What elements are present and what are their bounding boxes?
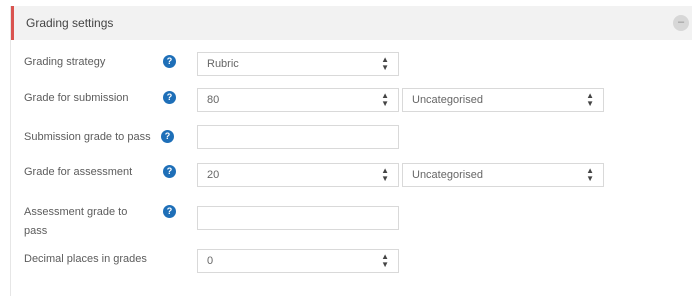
submission-grade-to-pass-help-icon[interactable]: ? — [161, 130, 174, 143]
grade-for-assessment-help-icon[interactable]: ? — [163, 165, 176, 178]
submission-grade-to-pass-input[interactable] — [197, 125, 399, 149]
assessment-grade-to-pass-help-icon[interactable]: ? — [163, 205, 176, 218]
decimal-places-label: Decimal places in grades — [24, 253, 147, 265]
grading-settings-panel: Grading settings – Grading strategy ? Ru… — [10, 6, 692, 296]
assessment-grade-to-pass-input[interactable] — [197, 206, 399, 230]
grade-for-assessment-label: Grade for assessment — [24, 166, 133, 178]
grade-for-submission-select[interactable]: 80 ▲ ▼ — [197, 88, 399, 112]
grade-for-assessment-value: 20 — [207, 169, 220, 181]
grading-strategy-select[interactable]: Rubric ▲ ▼ — [197, 52, 399, 76]
collapse-minus-icon[interactable]: – — [673, 15, 689, 31]
select-arrows-icon: ▲ ▼ — [381, 55, 389, 72]
assessment-grade-to-pass-label-line2: pass — [24, 225, 48, 237]
grade-for-submission-value: 80 — [207, 94, 220, 106]
grade-for-submission-help-icon[interactable]: ? — [163, 91, 176, 104]
assessment-category-select[interactable]: Uncategorised ▲ ▼ — [402, 163, 604, 187]
grade-for-assessment-select[interactable]: 20 ▲ ▼ — [197, 163, 399, 187]
assessment-category-value: Uncategorised — [412, 169, 483, 181]
section-title: Grading settings — [26, 16, 114, 30]
decimal-places-select[interactable]: 0 ▲ ▼ — [197, 249, 399, 273]
select-arrows-icon: ▲ ▼ — [381, 252, 389, 269]
section-header[interactable]: Grading settings – — [11, 6, 692, 40]
submission-category-value: Uncategorised — [412, 94, 483, 106]
select-arrows-icon: ▲ ▼ — [381, 166, 389, 183]
decimal-places-value: 0 — [207, 255, 214, 267]
grading-strategy-help-icon[interactable]: ? — [163, 55, 176, 68]
select-arrows-icon: ▲ ▼ — [586, 166, 594, 183]
submission-category-select[interactable]: Uncategorised ▲ ▼ — [402, 88, 604, 112]
submission-grade-to-pass-label: Submission grade to pass — [24, 131, 151, 143]
grading-strategy-label: Grading strategy — [24, 56, 106, 68]
assessment-grade-to-pass-label-line1: Assessment grade to — [24, 206, 128, 218]
select-arrows-icon: ▲ ▼ — [381, 91, 389, 108]
select-arrows-icon: ▲ ▼ — [586, 91, 594, 108]
grading-strategy-value: Rubric — [207, 58, 239, 70]
grade-for-submission-label: Grade for submission — [24, 92, 129, 104]
